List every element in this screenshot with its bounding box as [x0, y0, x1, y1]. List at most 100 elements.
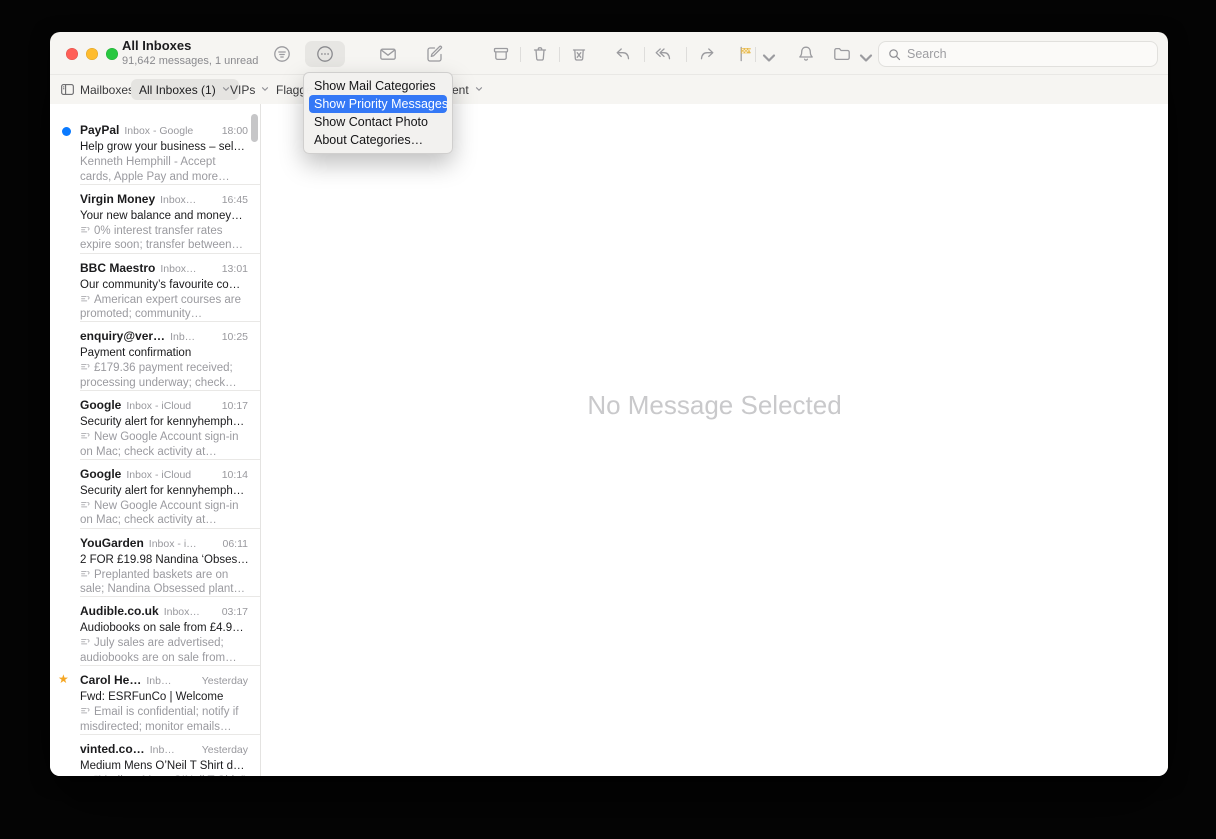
message-sender: Audible.co.uk: [80, 604, 159, 618]
summary-icon: [80, 362, 91, 372]
message-sender: Virgin Money: [80, 192, 155, 206]
message-sender: PayPal: [80, 123, 119, 137]
message-preview: New Google Account sign-in on Mac; check…: [80, 430, 248, 459]
zoom-window-button[interactable]: [106, 48, 118, 60]
junk-icon[interactable]: [569, 44, 589, 64]
message-time: 16:45: [222, 194, 248, 206]
message-preview: Kenneth Hemphill - Accept cards, Apple P…: [80, 155, 248, 184]
titlebar: All Inboxes 91,642 messages, 1 unread: [50, 32, 1168, 74]
message-mailbox: Inbox…: [160, 194, 196, 206]
summary-icon: [80, 294, 91, 304]
message-list-item[interactable]: enquiry@ver…Inb…10:25 Payment confirmati…: [50, 322, 260, 391]
flag-icon[interactable]: [736, 44, 756, 64]
message-list-item[interactable]: GoogleInbox - iCloud10:17 Security alert…: [50, 391, 260, 460]
message-sender: BBC Maestro: [80, 261, 155, 275]
archive-icon[interactable]: [491, 44, 511, 64]
message-subject: Help grow your business – sel…: [80, 139, 248, 155]
message-list-item[interactable]: PayPalInbox - Google18:00 Help grow your…: [50, 116, 260, 185]
message-sender: Carol He…: [80, 673, 141, 687]
message-list: PayPalInbox - Google18:00 Help grow your…: [50, 104, 260, 776]
message-list-item[interactable]: BBC MaestroInbox…13:01 Our community’s f…: [50, 254, 260, 323]
message-preview: Email is confidential; notify if misdire…: [80, 705, 248, 734]
summary-icon: [80, 500, 91, 510]
search-placeholder: Search: [907, 47, 947, 61]
favorite-sent[interactable]: ent: [452, 75, 484, 104]
message-subject: Fwd: ESRFunCo | Welcome: [80, 689, 248, 705]
move-options-chevron-icon[interactable]: [856, 48, 868, 60]
message-mailbox: Inbox - iCloud: [126, 400, 191, 412]
menu-item-show-mail-categories[interactable]: Show Mail Categories: [304, 77, 452, 95]
compose-icon[interactable]: [425, 44, 445, 64]
message-preview: Preplanted baskets are on sale; Nandina …: [80, 568, 248, 597]
mailboxes-label: Mailboxes: [80, 83, 134, 97]
message-subject: Security alert for kennyhemph…: [80, 414, 248, 430]
search-icon: [888, 48, 901, 61]
menu-item-about-categories[interactable]: About Categories…: [304, 131, 452, 149]
message-preview: 0% interest transfer rates expire soon; …: [80, 224, 248, 253]
message-sender: enquiry@ver…: [80, 329, 165, 343]
favorite-all-inboxes[interactable]: All Inboxes (1): [131, 79, 239, 100]
message-mailbox: Inbox - Google: [124, 125, 193, 137]
chevron-down-icon: [260, 83, 270, 97]
flagged-star-icon: ★: [58, 672, 69, 686]
chevron-down-icon: [474, 83, 484, 97]
sent-label: ent: [452, 83, 469, 97]
move-to-folder-icon[interactable]: [832, 44, 852, 64]
favorite-vips[interactable]: VIPs: [230, 75, 270, 104]
list-scrollbar[interactable]: [251, 114, 258, 142]
message-subject: Our community’s favourite co…: [80, 277, 248, 293]
summary-icon: [80, 569, 91, 579]
toolbar-divider: [755, 47, 756, 62]
toolbar-divider: [559, 47, 560, 62]
summary-icon: [80, 706, 91, 716]
message-list-item[interactable]: Virgin Money Inbox… 16:45 Your new balance…: [50, 185, 260, 254]
message-subject: Audiobooks on sale from £4.9…: [80, 620, 248, 636]
more-options-button[interactable]: [305, 41, 345, 67]
message-list-item[interactable]: YouGardenInbox - i…06:11 2 FOR £19.98 Na…: [50, 529, 260, 598]
filter-icon[interactable]: [272, 44, 292, 64]
message-list-pane: PayPalInbox - Google18:00 Help grow your…: [50, 104, 261, 776]
favorites-bar: Mailboxes All Inboxes (1) VIPs Flagge en…: [50, 74, 1168, 105]
message-time: 13:01: [222, 263, 248, 275]
all-inboxes-label: All Inboxes (1): [139, 83, 216, 97]
message-mailbox: Inb…: [150, 744, 175, 756]
flag-options-chevron-icon[interactable]: [759, 48, 771, 60]
trash-icon[interactable]: [530, 44, 550, 64]
message-list-item[interactable]: vinted.co…Inb…Yesterday Medium Mens O’Ne…: [50, 735, 260, 776]
minimize-window-button[interactable]: [86, 48, 98, 60]
mute-bell-icon[interactable]: [796, 44, 816, 64]
message-time: 03:17: [222, 606, 248, 618]
message-sender: YouGarden: [80, 536, 144, 550]
message-list-item[interactable]: Audible.co.uk Inbox… 03:17 Audiobooks on s…: [50, 597, 260, 666]
close-window-button[interactable]: [66, 48, 78, 60]
message-subject: Your new balance and money…: [80, 208, 248, 224]
content-area: PayPalInbox - Google18:00 Help grow your…: [50, 104, 1168, 776]
search-input[interactable]: Search: [878, 41, 1158, 67]
summary-icon: [80, 775, 91, 776]
message-time: 10:17: [222, 400, 248, 412]
menu-item-show-priority-messages[interactable]: Show Priority Messages: [309, 95, 447, 113]
toolbar-divider: [686, 47, 687, 62]
message-mailbox: Inb…: [170, 331, 195, 343]
summary-icon: [80, 225, 91, 235]
message-mailbox: Inbox…: [164, 606, 200, 618]
sidebar-icon: [60, 82, 75, 97]
reply-all-icon[interactable]: [653, 44, 673, 64]
message-time: Yesterday: [202, 744, 248, 756]
get-mail-icon[interactable]: [378, 44, 398, 64]
menu-item-show-contact-photo[interactable]: Show Contact Photo: [304, 113, 452, 131]
message-preview: July sales are advertised; audiobooks ar…: [80, 636, 248, 665]
mailboxes-toggle[interactable]: Mailboxes: [60, 75, 134, 104]
message-list-item[interactable]: ★ Carol He… Inb… Yesterday Fwd: ESRFunCo |…: [50, 666, 260, 735]
message-mailbox: Inb…: [146, 675, 171, 687]
message-time: Yesterday: [202, 675, 248, 687]
forward-icon[interactable]: [697, 44, 717, 64]
reply-icon[interactable]: [613, 44, 633, 64]
message-subject: 2 FOR £19.98 Nandina ‘Obses…: [80, 552, 248, 568]
toolbar-divider: [520, 47, 521, 62]
message-sender: vinted.co…: [80, 742, 145, 756]
message-list-item[interactable]: GoogleInbox - iCloud10:14 Security alert…: [50, 460, 260, 529]
message-mailbox: Inbox - iCloud: [126, 469, 191, 481]
vips-label: VIPs: [230, 83, 255, 97]
message-preview: £179.36 payment received; processing und…: [80, 361, 248, 390]
